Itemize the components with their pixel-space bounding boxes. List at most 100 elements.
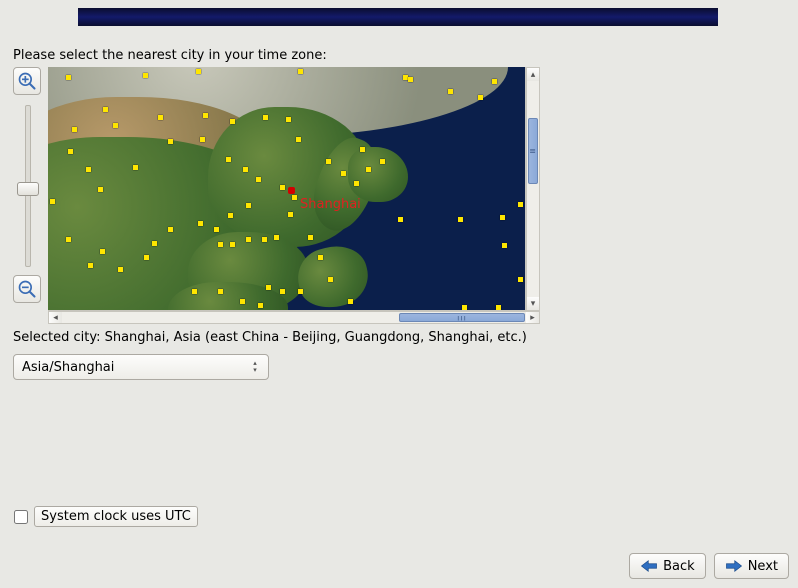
city-dot[interactable]: [98, 187, 103, 192]
selected-city-marker: [288, 187, 295, 194]
city-dot[interactable]: [200, 137, 205, 142]
city-dot[interactable]: [354, 181, 359, 186]
selected-city-map-label: Shanghai: [300, 197, 361, 212]
city-dot[interactable]: [240, 299, 245, 304]
city-dot[interactable]: [100, 249, 105, 254]
city-dot[interactable]: [292, 195, 297, 200]
next-button-label: Next: [748, 559, 778, 574]
hscroll-thumb[interactable]: ııı: [399, 313, 525, 322]
city-dot[interactable]: [230, 242, 235, 247]
city-dot[interactable]: [66, 75, 71, 80]
utc-row: System clock uses UTC: [14, 506, 198, 527]
city-dot[interactable]: [462, 305, 467, 310]
scroll-down-arrow[interactable]: ▾: [527, 297, 539, 310]
city-dot[interactable]: [246, 203, 251, 208]
city-dot[interactable]: [68, 149, 73, 154]
city-dot[interactable]: [228, 213, 233, 218]
city-dot[interactable]: [496, 305, 501, 310]
city-dot[interactable]: [263, 115, 268, 120]
city-dot[interactable]: [262, 237, 267, 242]
city-dot[interactable]: [502, 243, 507, 248]
map-viewport[interactable]: Shanghai: [48, 67, 526, 311]
prompt-label: Please select the nearest city in your t…: [13, 48, 327, 63]
scroll-left-arrow[interactable]: ◂: [49, 312, 62, 323]
scroll-right-arrow[interactable]: ▸: [526, 312, 539, 323]
timezone-value: Asia/Shanghai: [22, 360, 248, 375]
city-dot[interactable]: [88, 263, 93, 268]
timezone-combobox[interactable]: Asia/Shanghai ▴▾: [13, 354, 269, 380]
city-dot[interactable]: [398, 217, 403, 222]
city-dot[interactable]: [280, 289, 285, 294]
scroll-up-arrow[interactable]: ▴: [527, 68, 539, 81]
city-dot[interactable]: [113, 123, 118, 128]
city-dot[interactable]: [286, 117, 291, 122]
city-dot[interactable]: [266, 285, 271, 290]
city-dot[interactable]: [380, 159, 385, 164]
city-dot[interactable]: [492, 79, 497, 84]
city-dot[interactable]: [152, 241, 157, 246]
zoom-in-button[interactable]: [13, 67, 41, 95]
city-dot[interactable]: [500, 215, 505, 220]
map-vertical-scrollbar[interactable]: ▴ ≡ ▾: [526, 67, 540, 311]
city-dot[interactable]: [103, 107, 108, 112]
zoom-out-button[interactable]: [13, 275, 41, 303]
city-dot[interactable]: [308, 235, 313, 240]
city-dot[interactable]: [66, 237, 71, 242]
utc-checkbox[interactable]: [14, 510, 28, 524]
back-button[interactable]: Back: [629, 553, 706, 579]
next-button[interactable]: Next: [714, 553, 789, 579]
city-dot[interactable]: [518, 202, 523, 207]
city-dot[interactable]: [366, 167, 371, 172]
next-arrow-icon: [725, 559, 743, 573]
city-dot[interactable]: [168, 139, 173, 144]
city-dot[interactable]: [196, 69, 201, 74]
zoom-controls: [13, 67, 47, 307]
city-dot[interactable]: [326, 159, 331, 164]
nav-button-row: Back Next: [629, 553, 789, 579]
city-dot[interactable]: [192, 289, 197, 294]
city-dot[interactable]: [318, 255, 323, 260]
city-dot[interactable]: [348, 299, 353, 304]
city-dot[interactable]: [274, 235, 279, 240]
city-dot[interactable]: [298, 289, 303, 294]
city-dot[interactable]: [298, 69, 303, 74]
city-dot[interactable]: [360, 147, 365, 152]
city-dot[interactable]: [256, 177, 261, 182]
city-dot[interactable]: [296, 137, 301, 142]
city-dot[interactable]: [72, 127, 77, 132]
city-dot[interactable]: [144, 255, 149, 260]
city-dot[interactable]: [214, 227, 219, 232]
city-dot[interactable]: [226, 157, 231, 162]
city-dot[interactable]: [288, 212, 293, 217]
city-dot[interactable]: [143, 73, 148, 78]
selected-city-text: Selected city: Shanghai, Asia (east Chin…: [13, 330, 527, 345]
city-dot[interactable]: [341, 171, 346, 176]
city-dot[interactable]: [280, 185, 285, 190]
city-dot[interactable]: [328, 277, 333, 282]
city-dot[interactable]: [230, 119, 235, 124]
city-dot[interactable]: [246, 237, 251, 242]
vscroll-track[interactable]: ≡: [527, 82, 539, 296]
city-dot[interactable]: [408, 77, 413, 82]
city-dot[interactable]: [198, 221, 203, 226]
city-dot[interactable]: [478, 95, 483, 100]
utc-checkbox-label[interactable]: System clock uses UTC: [34, 506, 198, 527]
city-dot[interactable]: [518, 277, 523, 282]
vscroll-thumb[interactable]: ≡: [528, 118, 538, 184]
city-dot[interactable]: [243, 167, 248, 172]
city-dot[interactable]: [158, 115, 163, 120]
city-dot[interactable]: [86, 167, 91, 172]
city-dot[interactable]: [203, 113, 208, 118]
city-dot[interactable]: [50, 199, 55, 204]
city-dot[interactable]: [118, 267, 123, 272]
map-horizontal-scrollbar[interactable]: ◂ ııı ▸: [48, 311, 540, 324]
city-dot[interactable]: [448, 89, 453, 94]
city-dot[interactable]: [458, 217, 463, 222]
city-dot[interactable]: [168, 227, 173, 232]
city-dot[interactable]: [258, 303, 263, 308]
city-dot[interactable]: [218, 289, 223, 294]
city-dot[interactable]: [218, 242, 223, 247]
zoom-slider-thumb[interactable]: [17, 182, 39, 196]
city-dot[interactable]: [133, 165, 138, 170]
zoom-out-icon: [17, 279, 37, 299]
